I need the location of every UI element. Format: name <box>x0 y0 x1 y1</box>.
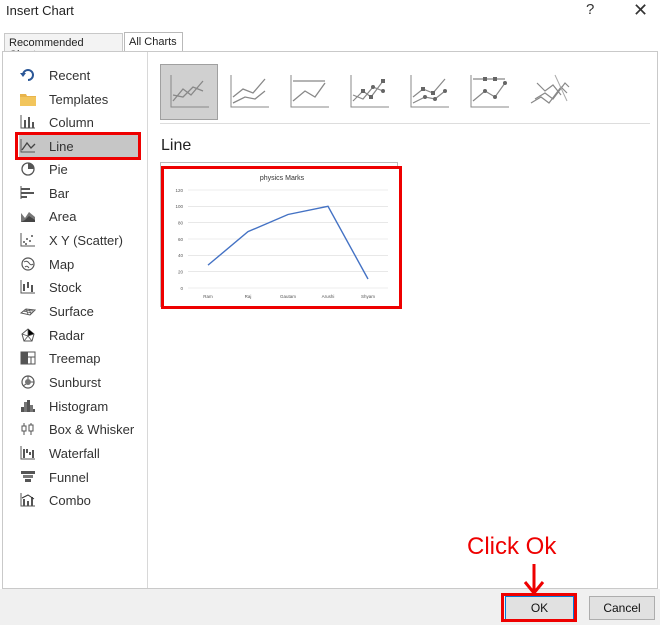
help-button[interactable]: ? <box>586 1 594 18</box>
sunburst-chart-icon <box>19 374 37 390</box>
section-title: Line <box>161 137 192 154</box>
category-waterfall[interactable]: Waterfall <box>19 442 140 464</box>
category-label: Column <box>49 114 94 130</box>
cancel-button[interactable]: Cancel <box>589 596 655 620</box>
histogram-chart-icon <box>19 398 37 414</box>
category-surface[interactable]: Surface <box>19 300 140 322</box>
close-button[interactable]: ✕ <box>633 0 648 21</box>
category-stock[interactable]: Stock <box>19 276 140 298</box>
category-treemap[interactable]: Treemap <box>19 347 140 369</box>
stacked-line-markers-icon <box>410 75 449 108</box>
radar-chart-icon <box>19 327 37 343</box>
category-bar[interactable]: Bar <box>19 182 140 204</box>
category-label: Bar <box>49 185 70 201</box>
category-combo[interactable]: Combo <box>19 489 140 511</box>
category-map[interactable]: Map <box>19 253 140 275</box>
stock-chart-icon <box>19 279 37 295</box>
category-templates[interactable]: Templates <box>19 88 140 110</box>
box-whisker-chart-icon <box>19 421 37 437</box>
dialog-title: Insert Chart <box>6 3 74 18</box>
stacked-line-icon <box>230 75 269 108</box>
highlight-ok-button <box>501 593 577 622</box>
column-chart-icon <box>19 114 37 130</box>
category-column[interactable]: Column <box>19 111 140 133</box>
category-label: Sunburst <box>49 374 102 390</box>
category-label: Radar <box>49 327 85 343</box>
map-chart-icon <box>19 256 37 272</box>
category-label: Recent <box>49 67 91 83</box>
category-recent[interactable]: Recent <box>19 64 140 86</box>
category-label: Pie <box>49 161 68 177</box>
line-subtype-icon <box>170 75 209 108</box>
click-ok-annotation: Click Ok <box>467 533 557 560</box>
highlight-chart-preview <box>161 166 402 309</box>
percent-stacked-markers-icon <box>470 75 509 108</box>
line-subtype-gallery <box>160 62 650 124</box>
category-label: Area <box>49 208 77 224</box>
combo-chart-icon <box>19 492 37 508</box>
tab-all-charts[interactable]: All Charts <box>124 32 183 52</box>
treemap-chart-icon <box>19 350 37 366</box>
category-label: Stock <box>49 279 82 295</box>
subtype-3d-line-button[interactable] <box>520 64 578 120</box>
category-label: Treemap <box>49 350 101 366</box>
title-bar: Insert Chart ? ✕ <box>0 0 660 26</box>
category-label: Map <box>49 256 75 272</box>
category-label: Templates <box>49 91 109 107</box>
area-chart-icon <box>19 208 37 224</box>
category-radar[interactable]: Radar <box>19 324 140 346</box>
3d-line-icon <box>530 74 570 104</box>
subtype-stacked-line-markers-button[interactable] <box>400 64 458 120</box>
tab-strip: Recommended Charts All Charts <box>0 32 660 61</box>
category-sunburst[interactable]: Sunburst <box>19 371 140 393</box>
subtype-100-stacked-markers-button[interactable] <box>460 64 518 120</box>
line-markers-icon <box>350 75 389 108</box>
tab-recommended-charts[interactable]: Recommended Charts <box>4 33 123 61</box>
category-label: X Y (Scatter) <box>49 232 123 248</box>
category-xy-scatter[interactable]: X Y (Scatter) <box>19 229 140 251</box>
surface-chart-icon <box>19 303 37 319</box>
category-label: Box & Whisker <box>49 421 135 437</box>
funnel-chart-icon <box>19 469 37 485</box>
arrow-down-icon <box>523 564 545 596</box>
bar-chart-icon <box>19 185 37 201</box>
subtype-line-button[interactable] <box>160 64 218 120</box>
category-pie[interactable]: Pie <box>19 158 140 180</box>
percent-stacked-line-icon <box>290 75 329 108</box>
category-label: Histogram <box>49 398 109 414</box>
category-label: Waterfall <box>49 445 100 461</box>
category-area[interactable]: Area <box>19 205 140 227</box>
category-box-whisker[interactable]: Box & Whisker <box>19 418 140 440</box>
highlight-line-category <box>15 132 141 160</box>
subtype-100-stacked-line-button[interactable] <box>280 64 338 120</box>
category-label: Funnel <box>49 469 89 485</box>
category-label: Combo <box>49 492 91 508</box>
dialog-content: Recent Templates Column Line Pie Bar Are… <box>2 51 658 589</box>
category-funnel[interactable]: Funnel <box>19 466 140 488</box>
waterfall-chart-icon <box>19 445 37 461</box>
subtype-line-markers-button[interactable] <box>340 64 398 120</box>
recent-icon <box>19 67 37 83</box>
templates-folder-icon <box>19 91 37 107</box>
subtype-stacked-line-button[interactable] <box>220 64 278 120</box>
category-histogram[interactable]: Histogram <box>19 395 140 417</box>
category-label: Surface <box>49 303 94 319</box>
pie-chart-icon <box>19 161 37 177</box>
scatter-chart-icon <box>19 232 37 248</box>
